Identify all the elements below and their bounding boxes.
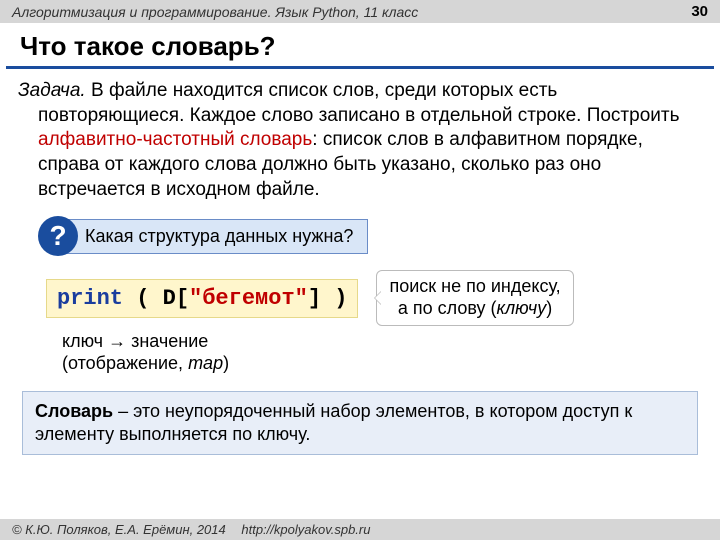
note-line1: поиск не по индексу, xyxy=(389,276,560,298)
question-row: ? Какая структура данных нужна? xyxy=(38,216,702,256)
content: Задача. В файле находится список слов, с… xyxy=(0,79,720,455)
note-callout: поиск не по индексу, а по слову (ключу) xyxy=(376,270,573,325)
mapping-arrow: ключ → значение xyxy=(62,330,702,353)
code-string: "бегемот" xyxy=(189,286,308,311)
footer-url: http://kpolyakov.spb.ru xyxy=(241,522,370,537)
page-number: 30 xyxy=(691,3,708,20)
code-keyword: print xyxy=(57,286,123,311)
mapping-paren: (отображение, map) xyxy=(62,352,702,375)
code-rest1: ( D[ xyxy=(123,286,189,311)
code-row: print ( D["бегемот"] ) поиск не по индек… xyxy=(18,270,702,325)
mapping-subline: ключ → значение (отображение, map) xyxy=(62,330,702,375)
task-text: Задача. В файле находится список слов, с… xyxy=(18,79,702,202)
task-part1: В файле находится список слов, среди кот… xyxy=(38,80,679,126)
question-box: Какая структура данных нужна? xyxy=(64,219,368,254)
footer-copyright: © К.Ю. Поляков, Е.А. Ерёмин, 2014 xyxy=(12,522,226,537)
slide-title: Что такое словарь? xyxy=(6,23,714,69)
task-label: Задача. xyxy=(18,80,86,101)
footer-bar: © К.Ю. Поляков, Е.А. Ерёмин, 2014 http:/… xyxy=(0,519,720,540)
note-line2: а по слову (ключу) xyxy=(389,298,560,320)
header-bar: Алгоритмизация и программирование. Язык … xyxy=(0,0,720,23)
code-rest2: ] ) xyxy=(308,286,348,311)
course-title: Алгоритмизация и программирование. Язык … xyxy=(12,4,418,20)
def-text: – это неупорядоченный набор элементов, в… xyxy=(35,401,632,444)
task-highlight: алфавитно-частотный словарь xyxy=(38,129,312,150)
definition-box: Словарь – это неупорядоченный набор элем… xyxy=(22,391,698,456)
def-term: Словарь xyxy=(35,401,113,421)
code-box: print ( D["бегемот"] ) xyxy=(46,279,358,318)
